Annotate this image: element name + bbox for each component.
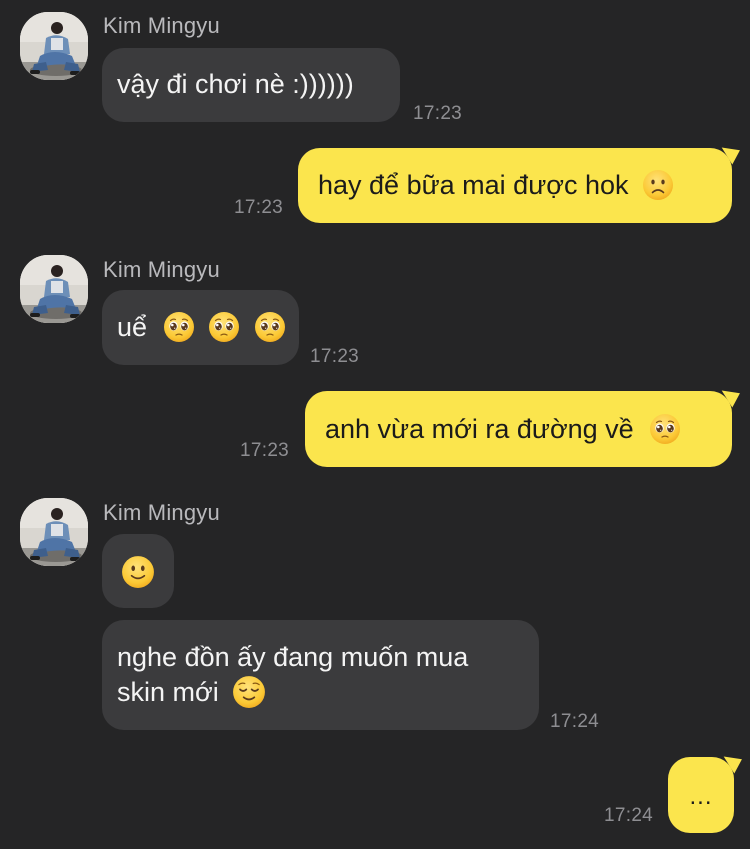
message-text: hay để bữa mai được hok	[318, 170, 629, 200]
sender-name: Kim Mingyu	[103, 257, 220, 282]
message-bubble-outgoing[interactable]: anh vừa mới ra đường về	[305, 391, 732, 467]
pleading-face-icon	[163, 311, 195, 343]
frowning-face-icon	[642, 169, 674, 201]
slightly-smiling-face-icon	[121, 555, 155, 589]
message-text: anh vừa mới ra đường về	[325, 414, 634, 444]
avatar-photo	[20, 12, 88, 80]
avatar-photo	[20, 255, 88, 323]
contact-avatar[interactable]	[20, 255, 88, 323]
message-timestamp: 17:23	[234, 197, 284, 218]
message-timestamp: 17:23	[413, 103, 463, 124]
avatar-photo	[20, 498, 88, 566]
contact-avatar[interactable]	[20, 498, 88, 566]
message-text-line: skin mới	[117, 677, 219, 707]
message-bubble-outgoing[interactable]: hay để bữa mai được hok	[298, 148, 732, 223]
pleading-face-icon	[254, 311, 286, 343]
message-timestamp: 17:23	[240, 440, 290, 461]
pleading-face-icon	[208, 311, 240, 343]
message-text: vậy đi chơi nè :))))))	[117, 69, 354, 99]
message-timestamp: 17:24	[604, 805, 654, 826]
message-text: uể	[117, 312, 148, 342]
message-bubble-incoming[interactable]: nghe đồn ấy đang muốn mua skin mới	[102, 620, 539, 730]
message-text-line: nghe đồn ấy đang muốn mua	[117, 642, 469, 672]
sender-name: Kim Mingyu	[103, 500, 220, 525]
message-bubble-incoming[interactable]: uể	[102, 290, 299, 365]
message-bubble-incoming[interactable]	[102, 534, 174, 608]
message-timestamp: 17:24	[550, 711, 600, 732]
message-timestamp: 17:23	[310, 346, 360, 367]
contact-avatar[interactable]	[20, 12, 88, 80]
relieved-face-icon	[232, 675, 266, 709]
sender-name: Kim Mingyu	[103, 13, 220, 38]
message-bubble-incoming[interactable]: vậy đi chơi nè :))))))	[102, 48, 400, 122]
pleading-face-icon	[649, 413, 681, 445]
message-text: ...	[689, 783, 713, 810]
message-bubble-outgoing[interactable]: ...	[668, 757, 734, 833]
